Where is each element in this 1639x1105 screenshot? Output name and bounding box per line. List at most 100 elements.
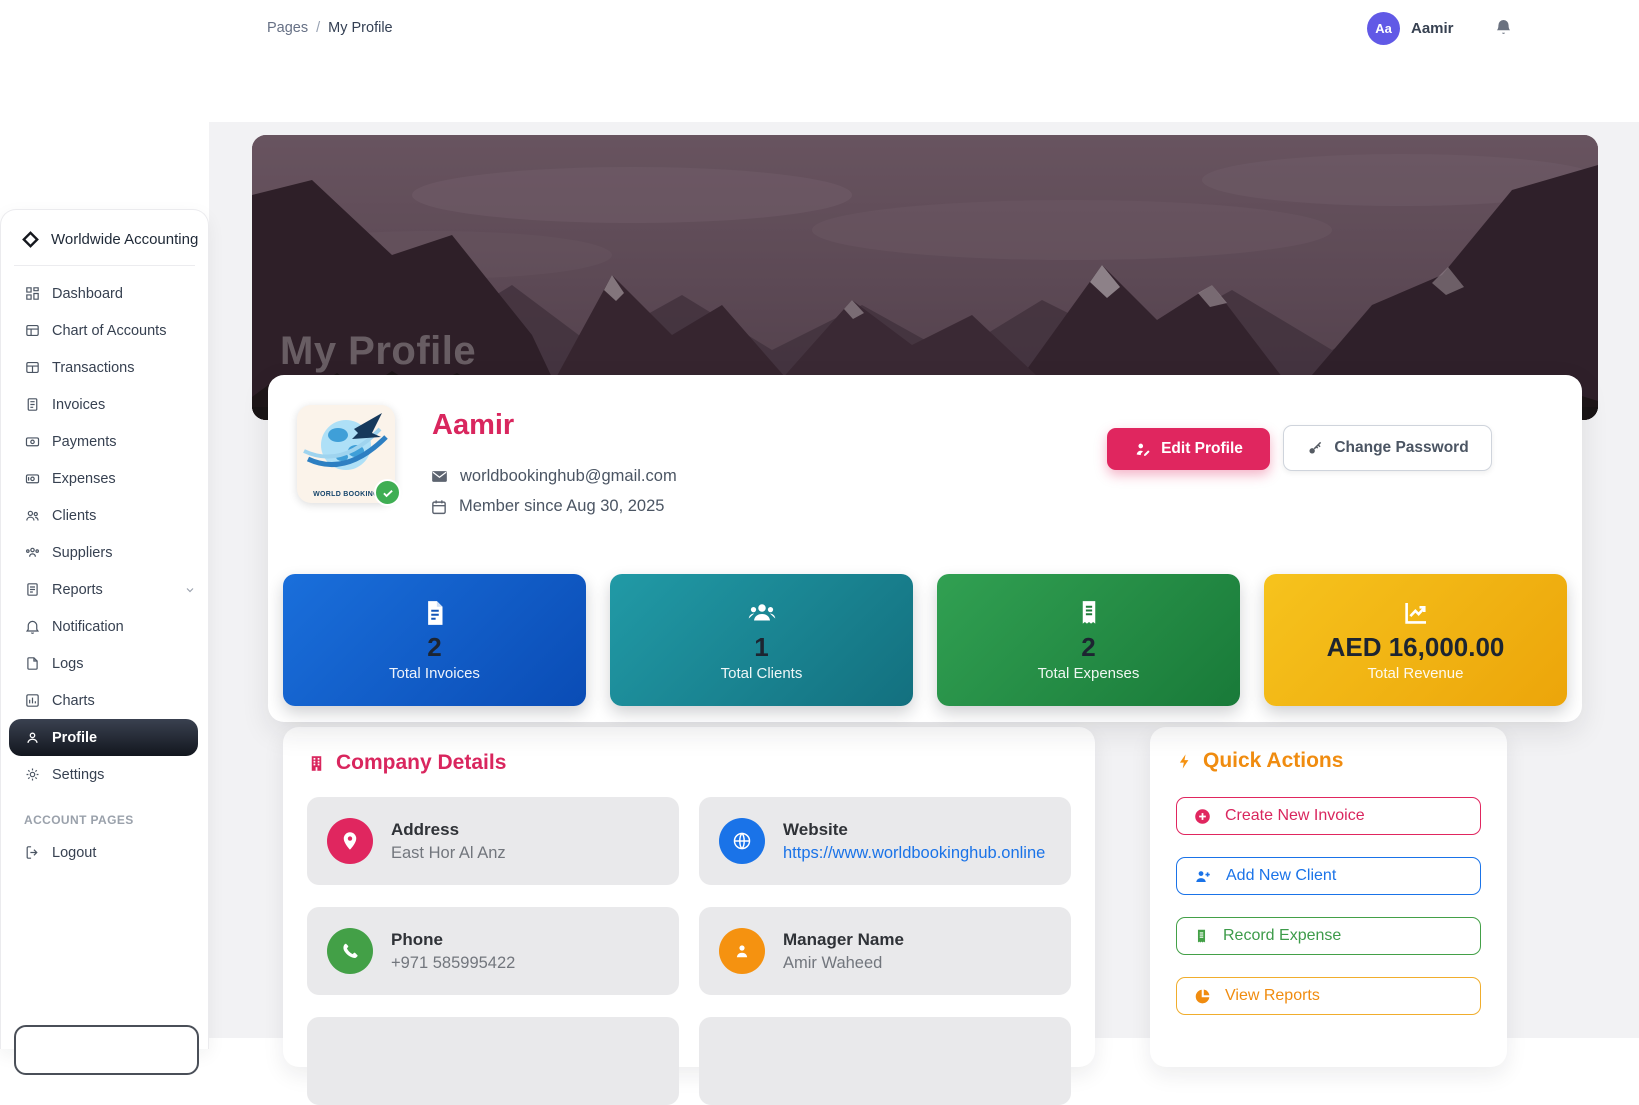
sidebar-item-logs[interactable]: Logs: [1, 645, 208, 682]
building-icon: [307, 753, 326, 774]
sidebar-item-settings[interactable]: Settings: [1, 756, 208, 793]
company-logo-avatar: WORLD BOOKING: [297, 405, 395, 503]
stat-card-total-invoices: 2 Total Invoices: [283, 574, 586, 706]
file-icon: [24, 655, 41, 672]
stat-card-total-revenue: AED 16,000.00 Total Revenue: [1264, 574, 1567, 706]
transactions-table-icon: [24, 359, 41, 376]
sidebar-item-label: Reports: [52, 582, 103, 598]
detail-manager-name: Manager Name Amir Waheed: [699, 907, 1071, 995]
profile-summary-card: WORLD BOOKING Aamir worldbookinghub@gmai…: [268, 375, 1582, 722]
company-details-title: Company Details: [336, 751, 506, 775]
notifications-bell-icon[interactable]: [1494, 17, 1513, 38]
quick-actions-header: Quick Actions: [1150, 727, 1507, 773]
sidebar-item-logout[interactable]: Logout: [1, 834, 208, 871]
add-new-client-button[interactable]: Add New Client: [1176, 857, 1481, 895]
action-label: Record Expense: [1223, 927, 1341, 945]
location-pin-icon: [327, 818, 373, 864]
sidebar-item-profile[interactable]: Profile: [9, 719, 198, 756]
globe-icon: [719, 818, 765, 864]
change-password-button[interactable]: Change Password: [1283, 425, 1492, 471]
stat-label: Total Revenue: [1368, 665, 1464, 682]
breadcrumb-current[interactable]: My Profile: [328, 20, 392, 36]
sidebar-item-payments[interactable]: Payments: [1, 423, 208, 460]
stat-label: Total Invoices: [389, 665, 480, 682]
profile-name: Aamir: [432, 409, 514, 442]
detail-label: Phone: [391, 930, 515, 950]
sidebar-item-label: Logout: [52, 845, 96, 861]
stat-value: 2: [1081, 633, 1095, 662]
users-icon: [746, 598, 778, 628]
sidebar-item-label: Notification: [52, 619, 124, 635]
stat-value: 1: [754, 633, 768, 662]
bell-icon: [24, 618, 41, 635]
sidebar-item-reports[interactable]: Reports: [1, 571, 208, 608]
stats-row: 2 Total Invoices 1 Total Clients 2 Total…: [283, 574, 1567, 706]
sidebar-item-chart-of-accounts[interactable]: Chart of Accounts: [1, 312, 208, 349]
brand-name: Worldwide Accounting: [51, 231, 198, 248]
detail-label: Manager Name: [783, 930, 904, 950]
reports-document-icon: [24, 581, 41, 598]
sidebar-item-label: Suppliers: [52, 545, 112, 561]
sidebar-item-transactions[interactable]: Transactions: [1, 349, 208, 386]
stat-label: Total Clients: [721, 665, 803, 682]
logout-icon: [24, 844, 41, 861]
sidebar-item-suppliers[interactable]: Suppliers: [1, 534, 208, 571]
key-icon: [1306, 439, 1324, 457]
change-password-label: Change Password: [1334, 439, 1468, 457]
record-expense-button[interactable]: Record Expense: [1176, 917, 1481, 955]
create-new-invoice-button[interactable]: Create New Invoice: [1176, 797, 1481, 835]
detail-item-cutoff: [307, 1017, 679, 1105]
expenses-cash-icon: [24, 470, 41, 487]
breadcrumb: Pages / My Profile: [267, 20, 393, 36]
website-link[interactable]: https://www.worldbookinghub.online: [783, 844, 1045, 862]
pie-chart-icon: [1193, 987, 1212, 1006]
profile-member-since-row: Member since Aug 30, 2025: [430, 497, 664, 516]
company-details-card: Company Details Address East Hor Al Anz …: [283, 727, 1095, 1067]
sidebar-item-notification[interactable]: Notification: [1, 608, 208, 645]
avatar[interactable]: Aa: [1367, 12, 1400, 45]
person-icon: [24, 729, 41, 746]
detail-value: Amir Waheed: [783, 954, 904, 973]
breadcrumb-root[interactable]: Pages: [267, 20, 308, 36]
sidebar-item-label: Logs: [52, 656, 83, 672]
action-label: Create New Invoice: [1225, 807, 1365, 825]
sidebar-item-label: Clients: [52, 508, 96, 524]
user-name: Aamir: [1411, 20, 1454, 37]
receipt-icon: [1193, 927, 1210, 946]
sidebar-item-label: Chart of Accounts: [52, 323, 166, 339]
sidebar-item-label: Profile: [52, 730, 97, 746]
chart-line-icon: [1401, 598, 1431, 628]
stat-label: Total Expenses: [1038, 665, 1140, 682]
clients-users-icon: [24, 507, 41, 524]
sidebar-item-charts[interactable]: Charts: [1, 682, 208, 719]
sidebar-item-expenses[interactable]: Expenses: [1, 460, 208, 497]
manager-person-icon: [719, 928, 765, 974]
lightning-bolt-icon: [1176, 751, 1193, 772]
breadcrumb-separator: /: [316, 20, 320, 36]
invoice-document-icon: [24, 396, 41, 413]
sidebar-item-clients[interactable]: Clients: [1, 497, 208, 534]
accounts-table-icon: [24, 322, 41, 339]
payments-cash-icon: [24, 433, 41, 450]
sidebar-item-invoices[interactable]: Invoices: [1, 386, 208, 423]
detail-item-cutoff: [699, 1017, 1071, 1105]
brand-logo-icon: [20, 229, 41, 250]
sidebar-item-dashboard[interactable]: Dashboard: [1, 275, 208, 312]
invoice-file-icon: [420, 598, 450, 628]
profile-email-row: worldbookinghub@gmail.com: [430, 467, 677, 486]
phone-icon: [327, 928, 373, 974]
detail-label: Address: [391, 820, 506, 840]
sidebar-item-label: Settings: [52, 767, 104, 783]
detail-website: Website https://www.worldbookinghub.onli…: [699, 797, 1071, 885]
detail-label: Website: [783, 820, 1045, 840]
view-reports-button[interactable]: View Reports: [1176, 977, 1481, 1015]
verified-check-icon: [374, 479, 401, 506]
sidebar-section-label: ACCOUNT PAGES: [1, 793, 208, 834]
edit-profile-button[interactable]: Edit Profile: [1107, 428, 1270, 470]
receipt-icon: [1074, 598, 1104, 628]
user-menu[interactable]: Aa Aamir: [1367, 12, 1454, 45]
page-title: My Profile: [280, 329, 476, 374]
calendar-icon: [430, 498, 448, 516]
sidebar-item-label: Charts: [52, 693, 95, 709]
quick-actions-card: Quick Actions Create New Invoice Add New…: [1150, 727, 1507, 1067]
